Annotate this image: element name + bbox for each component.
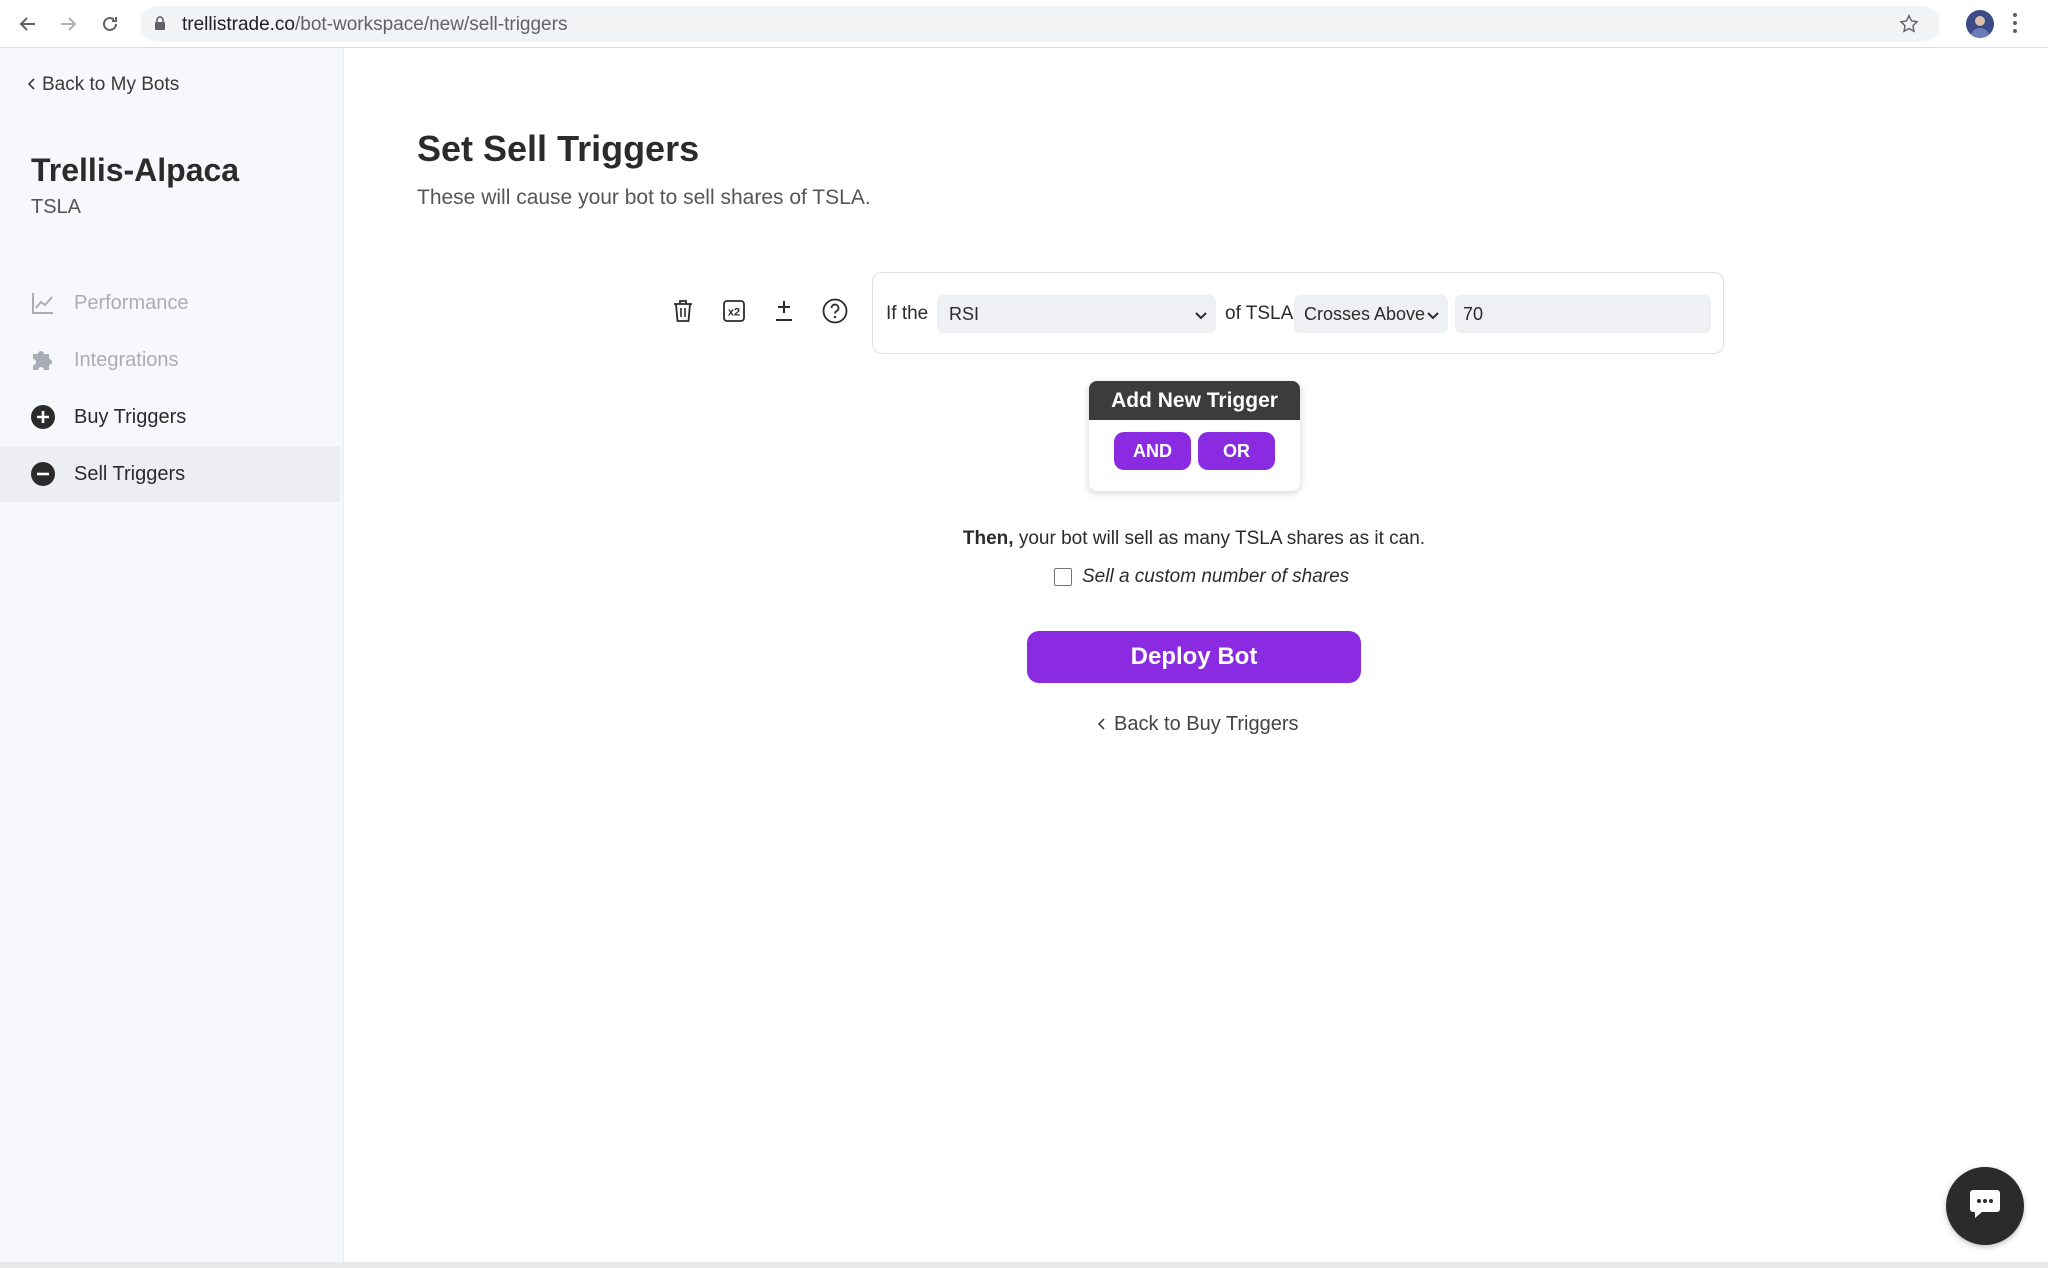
duplicate-trigger-button[interactable]: x2	[717, 296, 751, 330]
add-new-trigger-title: Add New Trigger	[1089, 381, 1300, 420]
back-to-buy-triggers-label: Back to Buy Triggers	[1114, 713, 1299, 735]
plus-minus-icon	[773, 299, 795, 328]
chat-launcher-button[interactable]	[1946, 1167, 2024, 1245]
chart-line-icon	[30, 290, 56, 316]
sidebar-item-label: Performance	[74, 291, 189, 314]
browser-menu-icon[interactable]	[2012, 12, 2018, 39]
browser-toolbar: trellistrade.co/bot-workspace/new/sell-t…	[0, 0, 2048, 48]
profile-avatar[interactable]	[1966, 10, 1994, 38]
trigger-card: If the RSI of TSLA Crosses Above 70	[872, 272, 1724, 354]
back-to-buy-triggers-link[interactable]: Back to Buy Triggers	[1097, 713, 1299, 736]
chevron-down-icon	[1426, 306, 1440, 327]
chevron-down-icon	[1194, 306, 1208, 327]
svg-text:x2: x2	[728, 306, 740, 318]
chevron-left-icon	[1097, 713, 1106, 736]
chevron-left-icon	[27, 74, 36, 96]
bookmark-star-icon[interactable]	[1898, 13, 1920, 40]
page-subtitle: These will cause your bot to sell shares…	[417, 186, 871, 209]
trash-icon	[672, 299, 694, 328]
sidebar-item-performance[interactable]: Performance	[0, 275, 340, 331]
or-button[interactable]: OR	[1198, 432, 1275, 470]
indicator-select[interactable]: RSI	[937, 295, 1216, 333]
add-condition-button[interactable]	[767, 296, 801, 330]
then-text: your bot will sell as many TSLA shares a…	[1013, 528, 1426, 549]
custom-shares-option[interactable]: Sell a custom number of shares	[1054, 566, 1349, 588]
url-text: trellistrade.co/bot-workspace/new/sell-t…	[182, 14, 568, 35]
sidebar-item-label: Buy Triggers	[74, 405, 187, 428]
add-new-trigger-panel: Add New Trigger AND OR	[1089, 381, 1300, 491]
reload-icon[interactable]	[98, 12, 122, 36]
puzzle-icon	[30, 347, 56, 373]
deploy-bot-button[interactable]: Deploy Bot	[1027, 631, 1361, 683]
forward-arrow-icon[interactable]	[56, 12, 80, 36]
lock-icon	[154, 16, 166, 36]
bot-ticker: TSLA	[31, 196, 82, 218]
help-button[interactable]	[818, 296, 852, 330]
condition-select[interactable]: Crosses Above	[1294, 295, 1448, 333]
sidebar-item-sell-triggers[interactable]: Sell Triggers	[0, 446, 340, 502]
condition-value: Crosses Above	[1304, 304, 1426, 324]
bot-name: Trellis-Alpaca	[31, 152, 240, 188]
address-bar[interactable]: trellistrade.co/bot-workspace/new/sell-t…	[140, 6, 1940, 42]
trigger-prefix-label: If the	[886, 303, 929, 324]
indicator-value: RSI	[949, 304, 980, 324]
minus-circle-icon	[30, 461, 56, 487]
sidebar-item-integrations[interactable]: Integrations	[0, 332, 340, 388]
sidebar-item-buy-triggers[interactable]: Buy Triggers	[0, 389, 340, 445]
page-title: Set Sell Triggers	[417, 128, 700, 169]
then-bold: Then,	[962, 528, 1014, 549]
threshold-value-input[interactable]: 70	[1455, 295, 1711, 333]
sidebar: Back to My Bots Trellis-Alpaca TSLA Perf…	[0, 48, 344, 1268]
question-circle-icon	[822, 298, 848, 329]
duplicate-x2-icon: x2	[722, 299, 746, 328]
custom-shares-checkbox[interactable]	[1054, 568, 1072, 586]
back-to-my-bots-link[interactable]: Back to My Bots	[27, 74, 180, 96]
then-statement: Then, your bot will sell as many TSLA sh…	[0, 528, 2048, 550]
sidebar-item-label: Sell Triggers	[74, 462, 186, 485]
page-bottom-edge	[0, 1262, 2048, 1268]
custom-shares-label: Sell a custom number of shares	[1082, 566, 1350, 587]
trigger-middle-label: of TSLA	[1225, 303, 1294, 324]
and-button[interactable]: AND	[1114, 432, 1191, 470]
sidebar-item-label: Integrations	[74, 348, 179, 371]
chat-bubble-icon	[1968, 1188, 2002, 1225]
delete-trigger-button[interactable]	[666, 296, 700, 330]
plus-circle-icon	[30, 404, 56, 430]
back-arrow-icon[interactable]	[16, 12, 40, 36]
back-to-my-bots-label: Back to My Bots	[42, 74, 180, 95]
